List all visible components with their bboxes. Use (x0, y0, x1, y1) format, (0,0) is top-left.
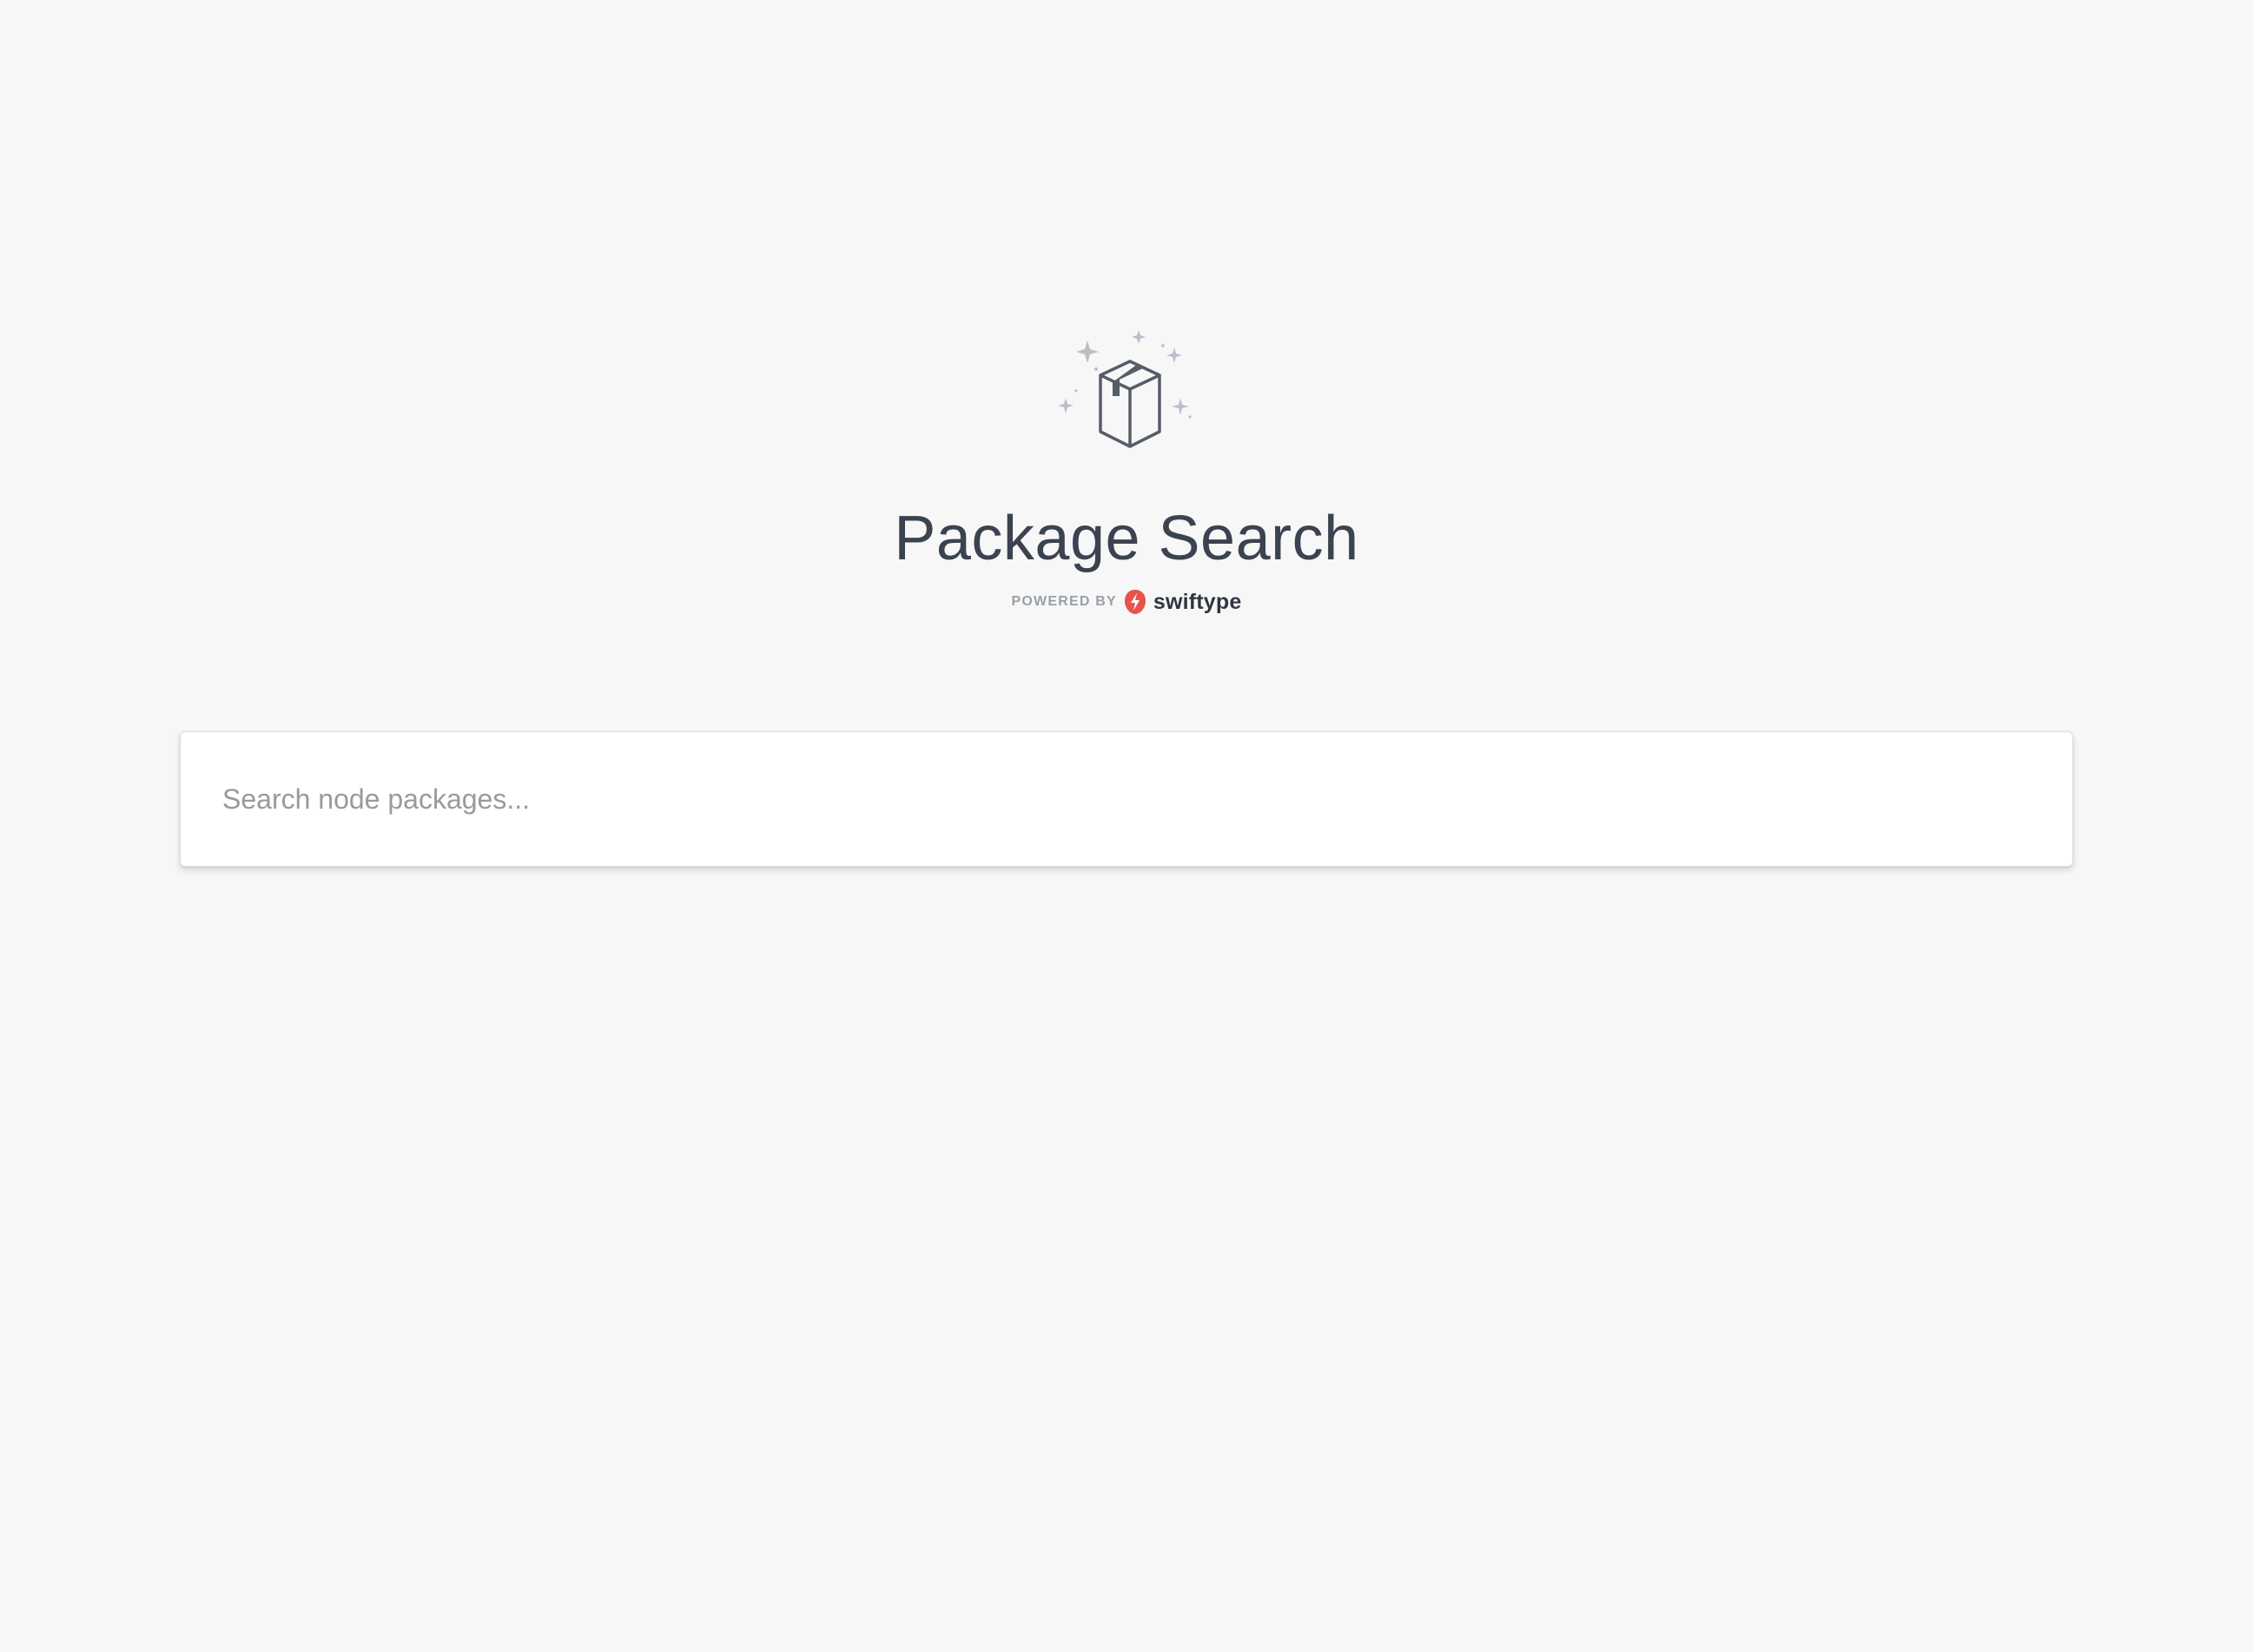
search-box (180, 731, 2073, 867)
swiftype-brand-name: swiftype (1153, 589, 1242, 614)
swiftype-bolt-icon (1124, 589, 1146, 615)
powered-by-swiftype[interactable]: POWERED BY swiftype (1012, 589, 1242, 615)
page-title: Package Search (894, 504, 1359, 573)
search-input[interactable] (181, 732, 2072, 866)
page: Package Search POWERED BY swiftype (0, 0, 2253, 1652)
package-box-icon (1048, 330, 1205, 469)
powered-by-label: POWERED BY (1011, 594, 1117, 609)
hero-header: Package Search POWERED BY swiftype (0, 330, 2253, 615)
